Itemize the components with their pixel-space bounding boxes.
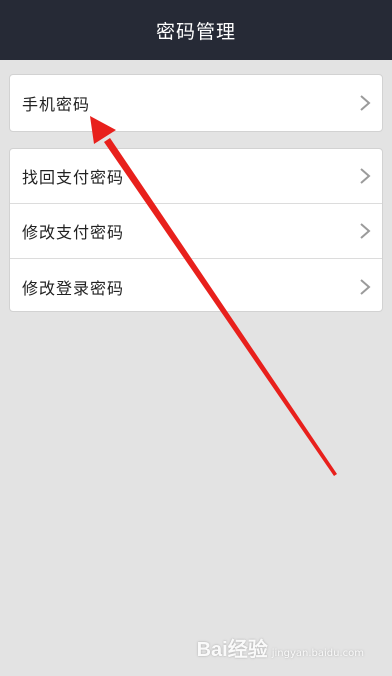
menu-item-label: 修改支付密码 xyxy=(22,223,125,242)
menu-item-change-login-password[interactable]: 修改登录密码 xyxy=(10,259,382,311)
menu-item-label: 找回支付密码 xyxy=(22,168,125,187)
settings-group-password: 找回支付密码 修改支付密码 修改登录密码 xyxy=(9,148,383,312)
chevron-right-icon xyxy=(360,168,371,184)
title-bar: 密码管理 xyxy=(0,0,392,60)
watermark-url: jingyan.baidu.com xyxy=(271,648,364,659)
menu-item-change-pay-password[interactable]: 修改支付密码 xyxy=(10,204,382,259)
menu-item-phone-password[interactable]: 手机密码 xyxy=(10,75,382,131)
watermark: Bai经验 jingyan.baidu.com xyxy=(197,633,364,662)
page-title: 密码管理 xyxy=(155,20,236,43)
watermark-logo: Bai经验 xyxy=(196,639,268,661)
chevron-right-icon xyxy=(360,223,371,239)
settings-group-phone: 手机密码 xyxy=(9,74,383,132)
chevron-right-icon xyxy=(360,278,371,295)
settings-content: 手机密码 找回支付密码 修改支付密码 修改登录密码 xyxy=(0,60,392,676)
chevron-right-icon xyxy=(360,95,371,111)
menu-item-recover-pay-password[interactable]: 找回支付密码 xyxy=(10,149,382,204)
menu-item-label: 手机密码 xyxy=(22,95,91,114)
menu-item-label: 修改登录密码 xyxy=(22,278,125,298)
